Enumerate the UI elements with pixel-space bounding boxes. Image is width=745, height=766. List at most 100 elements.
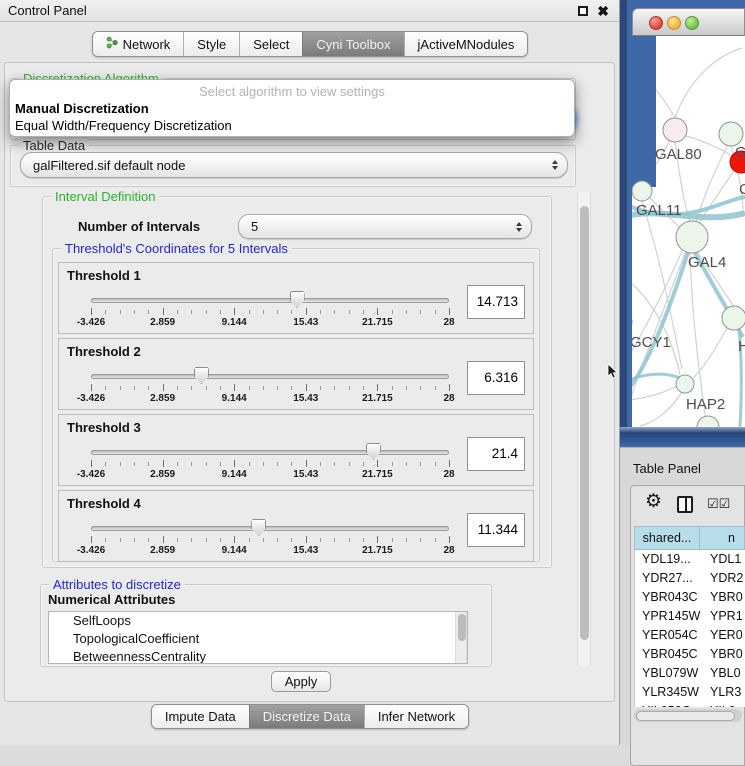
numerical-attributes-list[interactable]: SelfLoopsTopologicalCoefficientBetweenne…: [48, 611, 468, 664]
table-cell[interactable]: YDL1: [701, 550, 745, 569]
attribute-list-item[interactable]: BetweennessCentrality: [49, 648, 467, 664]
close-icon[interactable]: ✖: [597, 2, 609, 20]
table-cell[interactable]: YBR045C: [635, 645, 701, 664]
slider-tick-labels: -3.4262.8599.14415.4321.71528: [91, 317, 449, 329]
threshold-value-field[interactable]: 14.713: [467, 285, 525, 319]
stepper-icon: [552, 160, 558, 170]
table-cell[interactable]: YDR2: [701, 569, 745, 588]
threshold-2-slider[interactable]: -3.4262.8599.14415.4321.71528: [91, 365, 449, 407]
node-hap2[interactable]: [676, 375, 694, 393]
tab-impute-data[interactable]: Impute Data: [152, 705, 249, 728]
threshold-value-field[interactable]: 21.4: [467, 437, 525, 471]
slider-thumb[interactable]: [194, 367, 209, 384]
node-label: C: [739, 181, 745, 198]
tab-select[interactable]: Select: [239, 32, 302, 56]
apply-button[interactable]: Apply: [271, 671, 331, 692]
tab-network[interactable]: Network: [93, 32, 184, 56]
column-header-name[interactable]: n: [700, 526, 745, 550]
threshold-1-slider[interactable]: -3.4262.8599.14415.4321.71528: [91, 289, 449, 331]
table-cell[interactable]: YLR345W: [635, 683, 701, 702]
slider-thumb[interactable]: [251, 519, 266, 536]
table-cell[interactable]: YIL0: [701, 702, 745, 707]
dropdown-option-manual[interactable]: Manual Discretization: [15, 101, 149, 116]
table-scrollbar-thumb[interactable]: [636, 711, 735, 721]
table-cell[interactable]: YBR0: [701, 645, 745, 664]
tab-jactivemnodules[interactable]: jActiveMNodules: [404, 32, 528, 56]
slider-tick-labels: -3.4262.8599.14415.4321.71528: [91, 469, 449, 481]
table-cell[interactable]: YPR1: [701, 607, 745, 626]
slider-track[interactable]: [91, 298, 449, 303]
table-cell[interactable]: YBR0: [701, 588, 745, 607]
table-row[interactable]: YDR27...YDR2: [635, 569, 745, 588]
table-row[interactable]: YBL079WYBL0: [635, 664, 745, 683]
attributes-scrollbar-thumb[interactable]: [458, 614, 466, 641]
node[interactable]: [722, 306, 745, 330]
node-label: GA: [735, 144, 745, 161]
table-cell[interactable]: YBL0: [701, 664, 745, 683]
slider-thumb[interactable]: [290, 291, 305, 308]
table-row[interactable]: YLR345WYLR3: [635, 683, 745, 702]
control-panel-titlebar[interactable]: Control Panel ✖: [0, 0, 619, 22]
table-body[interactable]: YDL19...YDL1YDR27...YDR2YBR043CYBR0YPR14…: [634, 550, 745, 707]
table-horizontal-scrollbar[interactable]: [634, 709, 742, 722]
table-row[interactable]: YBR043CYBR0: [635, 588, 745, 607]
tab-label: Network: [123, 37, 171, 52]
attribute-list-item[interactable]: TopologicalCoefficient: [49, 630, 467, 648]
column-header-shared-name[interactable]: shared...: [634, 526, 700, 550]
node[interactable]: [719, 122, 743, 146]
slider-thumb[interactable]: [366, 443, 381, 460]
node-gal4[interactable]: [676, 221, 708, 253]
network-window-titlebar[interactable]: [632, 8, 745, 36]
tab-infer-network[interactable]: Infer Network: [364, 705, 468, 728]
split-columns-icon[interactable]: [677, 496, 693, 513]
tab-style[interactable]: Style: [183, 32, 239, 56]
table-data-combobox[interactable]: galFiltered.sif default node: [20, 152, 568, 178]
threshold-label: Threshold 3: [67, 420, 141, 435]
dropdown-option-equal-width[interactable]: Equal Width/Frequency Discretization: [15, 118, 232, 133]
tab-label: Impute Data: [165, 709, 236, 724]
threshold-3-slider[interactable]: -3.4262.8599.14415.4321.71528: [91, 441, 449, 483]
slider-track[interactable]: [91, 526, 449, 531]
table-cell[interactable]: YPR145W: [635, 607, 701, 626]
network-canvas[interactable]: GAL80 GA C GAL11 GAL4 GCY1 H HAP2: [632, 36, 745, 427]
table-cell[interactable]: YDR27...: [635, 569, 701, 588]
table-row[interactable]: YDL19...YDL1: [635, 550, 745, 569]
attribute-list-item[interactable]: SelfLoops: [49, 612, 467, 630]
table-cell[interactable]: YBL079W: [635, 664, 701, 683]
settings-scrollbar-thumb[interactable]: [580, 206, 589, 640]
select-columns-icon[interactable]: ☑☑: [707, 496, 730, 512]
slider-track[interactable]: [91, 374, 449, 379]
node[interactable]: [697, 416, 719, 427]
node-gal80[interactable]: [663, 118, 687, 142]
gear-icon[interactable]: ⚙: [645, 490, 662, 513]
tab-cyni-toolbox[interactable]: Cyni Toolbox: [302, 32, 403, 56]
dropdown-hint-option[interactable]: Select algorithm to view settings: [10, 84, 574, 99]
number-of-intervals-combobox[interactable]: 5: [238, 214, 532, 239]
table-cell[interactable]: YER0: [701, 626, 745, 645]
table-cell[interactable]: YDL19...: [635, 550, 701, 569]
table-cell[interactable]: YLR3: [701, 683, 745, 702]
table-cell[interactable]: YIL052C: [635, 702, 701, 707]
table-cell[interactable]: YBR043C: [635, 588, 701, 607]
slider-track[interactable]: [91, 450, 449, 455]
table-row[interactable]: YBR045CYBR0: [635, 645, 745, 664]
table-row[interactable]: YPR145WYPR1: [635, 607, 745, 626]
tab-label: jActiveMNodules: [418, 37, 515, 52]
close-traffic-light[interactable]: [649, 16, 663, 30]
table-cell[interactable]: YER054C: [635, 626, 701, 645]
tab-discretize-data[interactable]: Discretize Data: [249, 705, 364, 728]
float-window-icon[interactable]: [578, 6, 588, 16]
threshold-value-field[interactable]: 11.344: [467, 513, 525, 547]
threshold-value-field[interactable]: 6.316: [467, 361, 525, 395]
node-gal11[interactable]: [632, 181, 652, 201]
slider-ticks: [91, 460, 449, 468]
threshold-4-slider[interactable]: -3.4262.8599.14415.4321.71528: [91, 517, 449, 559]
attributes-list-scrollbar[interactable]: [455, 612, 467, 663]
zoom-traffic-light[interactable]: [685, 16, 699, 30]
table-row[interactable]: YER054CYER0: [635, 626, 745, 645]
network-frame-bottom: [620, 427, 745, 447]
table-row[interactable]: YIL052CYIL0: [635, 702, 745, 707]
settings-scrollbar[interactable]: [577, 192, 591, 666]
algorithm-dropdown-popup: Select algorithm to view settings Manual…: [9, 79, 575, 137]
minimize-traffic-light[interactable]: [667, 16, 681, 30]
